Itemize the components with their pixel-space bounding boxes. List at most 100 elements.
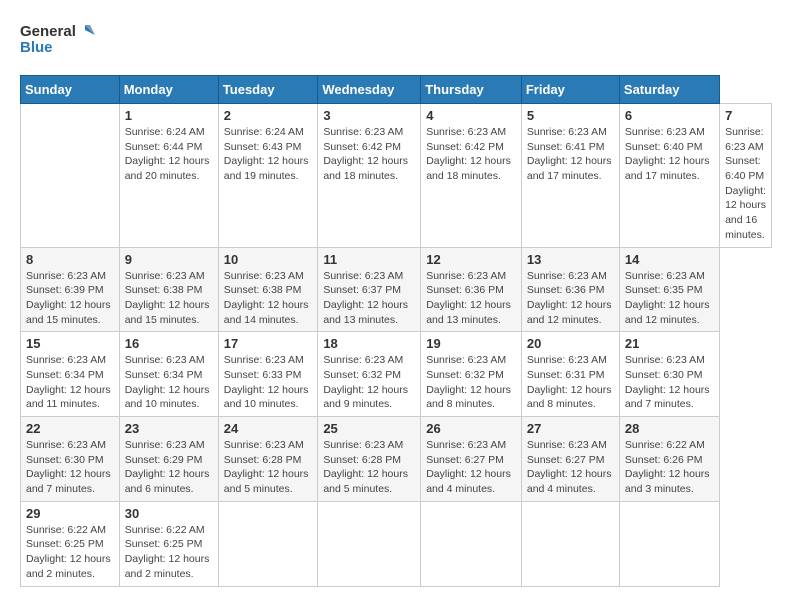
- calendar-day-cell: 11 Sunrise: 6:23 AM Sunset: 6:37 PM Dayl…: [318, 247, 421, 332]
- calendar-day-cell: 18 Sunrise: 6:23 AM Sunset: 6:32 PM Dayl…: [318, 332, 421, 417]
- day-of-week-header: Wednesday: [318, 76, 421, 104]
- day-number: 29: [26, 506, 114, 521]
- day-of-week-header: Tuesday: [218, 76, 318, 104]
- calendar-day-cell: 21 Sunrise: 6:23 AM Sunset: 6:30 PM Dayl…: [619, 332, 719, 417]
- calendar-day-cell: [421, 501, 522, 586]
- day-number: 14: [625, 252, 714, 267]
- day-info: Sunrise: 6:23 AM Sunset: 6:30 PM Dayligh…: [625, 353, 714, 412]
- svg-text:General: General: [20, 23, 76, 40]
- calendar-day-cell: 27 Sunrise: 6:23 AM Sunset: 6:27 PM Dayl…: [521, 417, 619, 502]
- day-number: 22: [26, 421, 114, 436]
- day-of-week-header: Sunday: [21, 76, 120, 104]
- day-number: 9: [125, 252, 213, 267]
- day-number: 17: [224, 336, 313, 351]
- calendar-week-row: 8 Sunrise: 6:23 AM Sunset: 6:39 PM Dayli…: [21, 247, 772, 332]
- calendar-week-row: 29 Sunrise: 6:22 AM Sunset: 6:25 PM Dayl…: [21, 501, 772, 586]
- day-info: Sunrise: 6:23 AM Sunset: 6:40 PM Dayligh…: [625, 125, 714, 184]
- day-info: Sunrise: 6:23 AM Sunset: 6:33 PM Dayligh…: [224, 353, 313, 412]
- day-info: Sunrise: 6:22 AM Sunset: 6:25 PM Dayligh…: [125, 523, 213, 582]
- day-number: 3: [323, 108, 415, 123]
- day-info: Sunrise: 6:23 AM Sunset: 6:34 PM Dayligh…: [26, 353, 114, 412]
- calendar-day-cell: 15 Sunrise: 6:23 AM Sunset: 6:34 PM Dayl…: [21, 332, 120, 417]
- calendar-day-cell: 30 Sunrise: 6:22 AM Sunset: 6:25 PM Dayl…: [119, 501, 218, 586]
- calendar-day-cell: 22 Sunrise: 6:23 AM Sunset: 6:30 PM Dayl…: [21, 417, 120, 502]
- calendar-day-cell: [521, 501, 619, 586]
- calendar-day-cell: 16 Sunrise: 6:23 AM Sunset: 6:34 PM Dayl…: [119, 332, 218, 417]
- day-info: Sunrise: 6:23 AM Sunset: 6:39 PM Dayligh…: [26, 269, 114, 328]
- day-info: Sunrise: 6:23 AM Sunset: 6:37 PM Dayligh…: [323, 269, 415, 328]
- day-number: 11: [323, 252, 415, 267]
- empty-cell: [21, 104, 120, 248]
- calendar-day-cell: 2 Sunrise: 6:24 AM Sunset: 6:43 PM Dayli…: [218, 104, 318, 248]
- day-number: 30: [125, 506, 213, 521]
- day-info: Sunrise: 6:23 AM Sunset: 6:42 PM Dayligh…: [323, 125, 415, 184]
- calendar-day-cell: 17 Sunrise: 6:23 AM Sunset: 6:33 PM Dayl…: [218, 332, 318, 417]
- day-info: Sunrise: 6:23 AM Sunset: 6:38 PM Dayligh…: [224, 269, 313, 328]
- day-info: Sunrise: 6:23 AM Sunset: 6:38 PM Dayligh…: [125, 269, 213, 328]
- day-info: Sunrise: 6:24 AM Sunset: 6:43 PM Dayligh…: [224, 125, 313, 184]
- calendar-day-cell: 5 Sunrise: 6:23 AM Sunset: 6:41 PM Dayli…: [521, 104, 619, 248]
- calendar-day-cell: [619, 501, 719, 586]
- day-of-week-header: Friday: [521, 76, 619, 104]
- day-number: 10: [224, 252, 313, 267]
- day-number: 13: [527, 252, 614, 267]
- day-number: 7: [725, 108, 766, 123]
- day-info: Sunrise: 6:23 AM Sunset: 6:27 PM Dayligh…: [426, 438, 516, 497]
- day-number: 16: [125, 336, 213, 351]
- day-info: Sunrise: 6:23 AM Sunset: 6:32 PM Dayligh…: [323, 353, 415, 412]
- day-number: 12: [426, 252, 516, 267]
- svg-text:Blue: Blue: [20, 39, 53, 56]
- day-number: 25: [323, 421, 415, 436]
- calendar-day-cell: 24 Sunrise: 6:23 AM Sunset: 6:28 PM Dayl…: [218, 417, 318, 502]
- calendar-day-cell: 19 Sunrise: 6:23 AM Sunset: 6:32 PM Dayl…: [421, 332, 522, 417]
- calendar-week-row: 22 Sunrise: 6:23 AM Sunset: 6:30 PM Dayl…: [21, 417, 772, 502]
- day-of-week-header: Thursday: [421, 76, 522, 104]
- day-info: Sunrise: 6:23 AM Sunset: 6:30 PM Dayligh…: [26, 438, 114, 497]
- day-number: 6: [625, 108, 714, 123]
- calendar-day-cell: 14 Sunrise: 6:23 AM Sunset: 6:35 PM Dayl…: [619, 247, 719, 332]
- logo-svg: General Blue: [20, 20, 100, 65]
- calendar-week-row: 15 Sunrise: 6:23 AM Sunset: 6:34 PM Dayl…: [21, 332, 772, 417]
- day-info: Sunrise: 6:23 AM Sunset: 6:28 PM Dayligh…: [323, 438, 415, 497]
- calendar-day-cell: 4 Sunrise: 6:23 AM Sunset: 6:42 PM Dayli…: [421, 104, 522, 248]
- day-number: 24: [224, 421, 313, 436]
- day-number: 1: [125, 108, 213, 123]
- calendar-day-cell: 20 Sunrise: 6:23 AM Sunset: 6:31 PM Dayl…: [521, 332, 619, 417]
- day-number: 18: [323, 336, 415, 351]
- calendar-day-cell: 12 Sunrise: 6:23 AM Sunset: 6:36 PM Dayl…: [421, 247, 522, 332]
- calendar-day-cell: [218, 501, 318, 586]
- day-number: 15: [26, 336, 114, 351]
- day-number: 4: [426, 108, 516, 123]
- day-info: Sunrise: 6:23 AM Sunset: 6:28 PM Dayligh…: [224, 438, 313, 497]
- calendar-day-cell: 25 Sunrise: 6:23 AM Sunset: 6:28 PM Dayl…: [318, 417, 421, 502]
- day-of-week-header: Saturday: [619, 76, 719, 104]
- logo: General Blue: [20, 20, 100, 65]
- calendar-week-row: 1 Sunrise: 6:24 AM Sunset: 6:44 PM Dayli…: [21, 104, 772, 248]
- day-number: 5: [527, 108, 614, 123]
- calendar-day-cell: 13 Sunrise: 6:23 AM Sunset: 6:36 PM Dayl…: [521, 247, 619, 332]
- day-info: Sunrise: 6:22 AM Sunset: 6:26 PM Dayligh…: [625, 438, 714, 497]
- calendar-header-row: SundayMondayTuesdayWednesdayThursdayFrid…: [21, 76, 772, 104]
- calendar-day-cell: 28 Sunrise: 6:22 AM Sunset: 6:26 PM Dayl…: [619, 417, 719, 502]
- day-info: Sunrise: 6:23 AM Sunset: 6:29 PM Dayligh…: [125, 438, 213, 497]
- day-info: Sunrise: 6:23 AM Sunset: 6:31 PM Dayligh…: [527, 353, 614, 412]
- calendar-day-cell: 7 Sunrise: 6:23 AM Sunset: 6:40 PM Dayli…: [720, 104, 772, 248]
- day-info: Sunrise: 6:23 AM Sunset: 6:34 PM Dayligh…: [125, 353, 213, 412]
- calendar-day-cell: 9 Sunrise: 6:23 AM Sunset: 6:38 PM Dayli…: [119, 247, 218, 332]
- calendar-day-cell: 8 Sunrise: 6:23 AM Sunset: 6:39 PM Dayli…: [21, 247, 120, 332]
- day-info: Sunrise: 6:22 AM Sunset: 6:25 PM Dayligh…: [26, 523, 114, 582]
- calendar-day-cell: 3 Sunrise: 6:23 AM Sunset: 6:42 PM Dayli…: [318, 104, 421, 248]
- day-number: 27: [527, 421, 614, 436]
- day-info: Sunrise: 6:24 AM Sunset: 6:44 PM Dayligh…: [125, 125, 213, 184]
- day-info: Sunrise: 6:23 AM Sunset: 6:40 PM Dayligh…: [725, 125, 766, 243]
- calendar-day-cell: 10 Sunrise: 6:23 AM Sunset: 6:38 PM Dayl…: [218, 247, 318, 332]
- day-number: 20: [527, 336, 614, 351]
- calendar-day-cell: 29 Sunrise: 6:22 AM Sunset: 6:25 PM Dayl…: [21, 501, 120, 586]
- day-info: Sunrise: 6:23 AM Sunset: 6:42 PM Dayligh…: [426, 125, 516, 184]
- page-header: General Blue: [20, 20, 772, 65]
- day-number: 21: [625, 336, 714, 351]
- calendar-day-cell: 1 Sunrise: 6:24 AM Sunset: 6:44 PM Dayli…: [119, 104, 218, 248]
- day-number: 26: [426, 421, 516, 436]
- day-info: Sunrise: 6:23 AM Sunset: 6:27 PM Dayligh…: [527, 438, 614, 497]
- day-number: 2: [224, 108, 313, 123]
